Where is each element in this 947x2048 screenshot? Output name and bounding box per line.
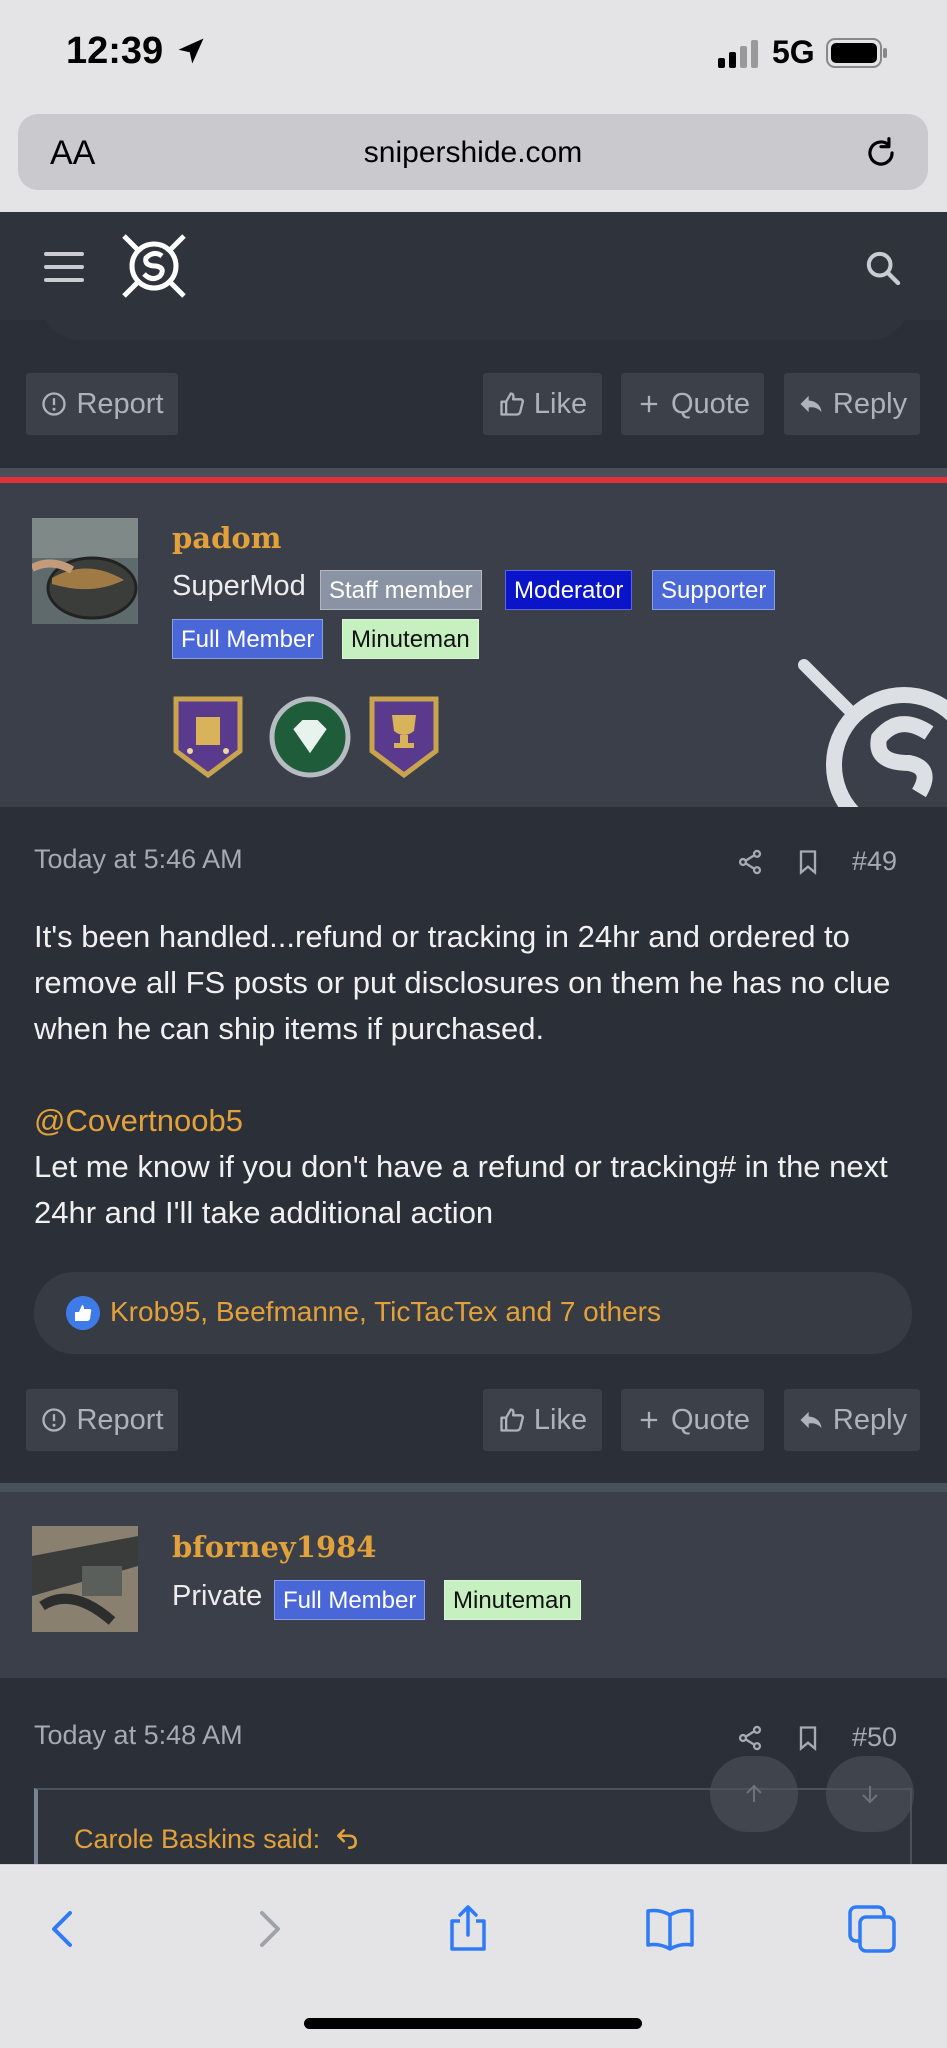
badge-minuteman: Minuteman (444, 1580, 581, 1620)
clock: 12:39 (66, 30, 164, 72)
post-paragraph: Let me know if you don't have a refund o… (34, 1149, 888, 1230)
share-sheet-icon[interactable] (440, 1901, 496, 1957)
post-timestamp[interactable]: Today at 5:46 AM (34, 844, 243, 875)
jump-to-quote-icon[interactable] (334, 1826, 360, 1852)
forward-icon[interactable] (240, 1901, 296, 1957)
reply-button[interactable]: Reply (784, 1389, 920, 1451)
reload-icon[interactable] (862, 134, 900, 172)
bookmark-icon[interactable] (794, 848, 822, 876)
reply-button[interactable]: Reply (784, 373, 920, 435)
report-label: Report (76, 387, 164, 420)
trophy-shield-icon[interactable] (172, 695, 244, 779)
like-button[interactable]: Like (483, 373, 602, 435)
badge-staff-member: Staff member (320, 570, 482, 610)
network-type: 5G (772, 34, 815, 70)
scroll-down-button[interactable] (826, 1756, 914, 1832)
home-indicator (304, 2018, 642, 2029)
report-label: Report (76, 1403, 164, 1436)
username[interactable]: padom (172, 521, 281, 555)
alert-circle-icon (42, 392, 67, 416)
share-icon[interactable] (736, 848, 764, 876)
reply-arrow-icon (800, 395, 822, 413)
search-icon[interactable] (863, 248, 903, 288)
quote-button[interactable]: Quote (621, 373, 764, 435)
quote-label: Quote (671, 387, 750, 420)
quote-author[interactable]: Carole Baskins said: (74, 1824, 360, 1855)
watermark-logo-icon (798, 659, 947, 807)
menu-icon[interactable] (44, 252, 84, 282)
report-button[interactable]: Report (26, 1389, 178, 1451)
url-text[interactable]: snipershide.com (18, 136, 928, 170)
plus-icon (640, 395, 658, 413)
badge-minuteman: Minuteman (342, 619, 479, 659)
reply-label: Reply (832, 387, 908, 420)
quote-label: Quote (671, 1403, 750, 1436)
share-icon[interactable] (736, 1724, 764, 1752)
post-49-actions: Report Like Quote Reply (0, 1389, 947, 1453)
browser-address-area: AA snipershide.com (0, 108, 947, 212)
badge-moderator: Moderator (505, 570, 633, 610)
badge-full-member: Full Member (274, 1580, 426, 1620)
location-arrow-icon (178, 38, 204, 64)
signal-bars-icon (718, 40, 758, 68)
thumbs-up-icon (500, 392, 524, 416)
post-50-user: bforney1984 Private Full Member Minutema… (0, 1492, 947, 1678)
reply-label: Reply (832, 1403, 908, 1436)
avatar[interactable] (32, 518, 138, 624)
site-logo-icon[interactable] (116, 228, 192, 304)
status-bar: 12:39 5G (0, 0, 947, 108)
battery-icon (826, 38, 887, 68)
post-actions-prev: Report Like Quote Reply (0, 373, 947, 437)
post-separator (0, 468, 947, 477)
post-separator (0, 1483, 947, 1492)
username[interactable]: bforney1984 (172, 1530, 376, 1564)
post-meta-actions: #50 (736, 1722, 897, 1753)
post-body: It's been handled...refund or tracking i… (34, 914, 914, 1236)
thumbs-up-icon (500, 1408, 524, 1432)
arrow-up-icon (746, 1784, 762, 1802)
back-icon[interactable] (36, 1901, 92, 1957)
post-number[interactable]: #50 (852, 1722, 897, 1753)
like-reaction-icon (66, 1296, 100, 1330)
bookmarks-icon[interactable] (642, 1901, 698, 1957)
scroll-up-button[interactable] (710, 1756, 798, 1832)
plus-icon (640, 1411, 658, 1429)
avatar[interactable] (32, 1526, 138, 1632)
trophy-cup-icon[interactable] (368, 695, 440, 779)
tabs-icon[interactable] (844, 1901, 900, 1957)
reactions-list[interactable]: Krob95, Beefmanne, TicTacTex and 7 other… (110, 1296, 661, 1328)
arrow-down-icon (862, 1786, 878, 1804)
alert-circle-icon (42, 1408, 67, 1432)
post-timestamp[interactable]: Today at 5:48 AM (34, 1720, 243, 1751)
reactions-bar[interactable]: Krob95, Beefmanne, TicTacTex and 7 other… (34, 1272, 912, 1354)
quote-author-label: Carole Baskins said: (74, 1824, 321, 1854)
post-number[interactable]: #49 (852, 846, 897, 877)
site-header (0, 212, 947, 320)
like-button[interactable]: Like (483, 1389, 602, 1451)
badge-supporter: Supporter (652, 570, 776, 610)
like-label: Like (533, 387, 588, 420)
address-bar[interactable]: AA snipershide.com (18, 114, 928, 190)
reply-arrow-icon (800, 1411, 822, 1429)
user-mention-link[interactable]: @Covertnoob5 (34, 1098, 914, 1144)
user-title: SuperMod (172, 570, 306, 602)
trophy-list (172, 695, 472, 785)
quote-button[interactable]: Quote (621, 1389, 764, 1451)
post-49-user: padom SuperMod Staff member Moderator Su… (0, 483, 947, 807)
badge-full-member: Full Member (172, 619, 324, 659)
bookmark-icon[interactable] (794, 1724, 822, 1752)
trophy-diamond-icon[interactable] (268, 695, 352, 779)
post-paragraph: It's been handled...refund or tracking i… (34, 919, 891, 1046)
report-button[interactable]: Report (26, 373, 178, 435)
post-meta-actions: #49 (736, 846, 897, 877)
user-title: Private (172, 1580, 263, 1612)
like-label: Like (533, 1403, 588, 1436)
